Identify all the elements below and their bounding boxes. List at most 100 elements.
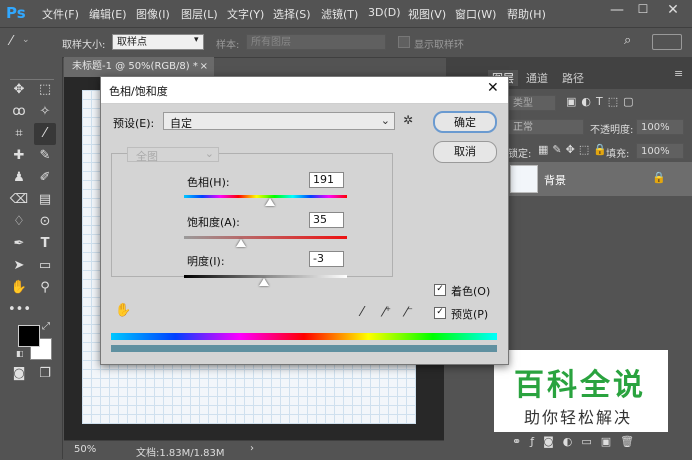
cancel-button[interactable]: 取消 <box>433 141 497 163</box>
opacity-field[interactable]: 100% <box>636 119 684 135</box>
hand-adjust-icon[interactable]: ✋ <box>115 303 131 318</box>
eyedropper-subtract-icon[interactable]: ⁄− <box>405 305 413 320</box>
preset-options-icon[interactable]: ✲ <box>403 113 413 127</box>
eraser-tool-icon[interactable]: ⌫ <box>8 189 30 211</box>
menu-help[interactable]: 帮助(H) <box>507 6 546 22</box>
gradient-tool-icon[interactable]: ▤ <box>34 189 56 211</box>
screen-mode-icon[interactable]: ❐ <box>34 363 56 385</box>
fill-field[interactable]: 100% <box>636 143 684 159</box>
dodge-tool-icon[interactable]: ⊙ <box>34 211 56 233</box>
sample-label: 样本: <box>216 40 240 51</box>
tab-channels[interactable]: 通道 <box>526 70 548 86</box>
menu-view[interactable]: 视图(V) <box>408 6 446 22</box>
close-tab-icon[interactable]: × <box>200 57 208 77</box>
menu-filter[interactable]: 滤镜(T) <box>321 6 358 22</box>
zoom-tool-icon[interactable]: ⚲ <box>34 277 56 299</box>
lock-icons[interactable]: ▦✎✥⬚🔒 <box>538 143 611 156</box>
blend-mode-select[interactable]: 正常 <box>508 119 584 135</box>
lightness-field[interactable]: -3 <box>309 251 344 267</box>
dialog-titlebar: 色相/饱和度 ✕ <box>101 77 508 104</box>
zoom-level[interactable]: 50% <box>74 444 96 455</box>
filter-icons[interactable]: ▣◐T⬚▢ <box>566 95 639 108</box>
dialog-close-icon[interactable]: ✕ <box>487 80 499 96</box>
healing-brush-tool-icon[interactable]: ✚ <box>8 145 30 167</box>
move-tool-icon[interactable]: ✥ <box>8 79 30 101</box>
tab-paths[interactable]: 路径 <box>562 70 584 86</box>
menu-layer[interactable]: 图层(L) <box>181 6 218 22</box>
lasso-tool-icon[interactable]: ꝏ <box>8 101 30 123</box>
maximize-button[interactable]: ☐ <box>630 2 656 22</box>
saturation-slider-thumb[interactable] <box>236 239 247 247</box>
menu-file[interactable]: 文件(F) <box>42 6 79 22</box>
colorize-checkbox[interactable]: ✓ <box>434 284 446 296</box>
saturation-field[interactable]: 35 <box>309 212 344 228</box>
history-brush-tool-icon[interactable]: ✐ <box>34 167 56 189</box>
opacity-label: 不透明度: <box>590 125 634 136</box>
lightness-slider-thumb[interactable] <box>258 278 269 286</box>
hue-label: 色相(H): <box>187 176 230 189</box>
menu-window[interactable]: 窗口(W) <box>455 6 496 22</box>
marquee-tool-icon[interactable]: ⬚ <box>34 79 56 101</box>
watermark-title: 百科全说 <box>514 368 646 403</box>
colorize-label: 着色(O) <box>451 285 491 298</box>
close-button[interactable]: ✕ <box>660 2 686 22</box>
layer-filter-select[interactable]: 类型 <box>508 95 556 111</box>
path-selection-tool-icon[interactable]: ➤ <box>8 255 30 277</box>
preview-checkbox[interactable]: ✓ <box>434 307 446 319</box>
chevron-down-icon: ▾ <box>194 35 199 45</box>
show-ring-checkbox[interactable] <box>398 36 410 48</box>
menu-3d[interactable]: 3D(D) <box>368 6 401 19</box>
menu-type[interactable]: 文字(Y) <box>227 6 264 22</box>
chevron-right-icon[interactable]: › <box>250 443 254 454</box>
document-info: 文档:1.83M/1.83M <box>136 448 225 459</box>
menu-image[interactable]: 图像(I) <box>136 6 170 22</box>
layer-name: 背景 <box>544 174 566 187</box>
output-color-bar <box>111 345 497 352</box>
panel-menu-icon[interactable]: ≡ <box>674 67 683 80</box>
eyedropper-add-icon[interactable]: ⁄+ <box>383 305 391 320</box>
eyedropper-icon[interactable]: ⁄ <box>361 305 363 320</box>
lock-icon: 🔒 <box>652 171 666 184</box>
hue-field[interactable]: 191 <box>309 172 344 188</box>
crop-tool-icon[interactable]: ⌗ <box>8 123 30 145</box>
default-colors-icon[interactable]: ◧ <box>16 349 24 358</box>
magic-wand-tool-icon[interactable]: ✧ <box>34 101 56 123</box>
rectangle-tool-icon[interactable]: ▭ <box>34 255 56 277</box>
hand-tool-icon[interactable]: ✋ <box>8 277 30 299</box>
dialog-title: 色相/饱和度 <box>109 85 168 98</box>
document-tab[interactable]: 未标题-1 @ 50%(RGB/8) * × <box>64 57 214 77</box>
blur-tool-icon[interactable]: ♢ <box>8 211 30 233</box>
photoshop-logo: Ps <box>6 4 26 22</box>
foreground-color-swatch[interactable] <box>18 325 40 347</box>
preset-value: 自定 <box>170 117 192 130</box>
eyedropper-icon[interactable]: ⁄ <box>10 34 12 49</box>
preset-select[interactable]: 自定 ⌄ <box>163 112 395 130</box>
sample-size-select[interactable]: 取样点 <box>112 34 204 50</box>
eyedropper-tool-icon[interactable]: ⁄ <box>34 123 56 145</box>
brush-tool-icon[interactable]: ✎ <box>34 145 56 167</box>
search-icon[interactable]: ⌕ <box>624 33 631 48</box>
channel-select[interactable]: 全图 ⌄ <box>127 147 219 163</box>
clone-stamp-tool-icon[interactable]: ♟ <box>8 167 30 189</box>
swap-colors-icon[interactable]: ⤢ <box>42 321 50 332</box>
layer-actions[interactable]: ⚭ƒ◙◐▭▣🗑 <box>512 435 643 448</box>
quick-mask-icon[interactable]: ◙ <box>8 363 30 385</box>
more-tools-icon[interactable]: ••• <box>8 299 31 321</box>
menu-edit[interactable]: 编辑(E) <box>89 6 127 22</box>
chevron-down-icon[interactable]: ⌄ <box>22 35 30 45</box>
ok-button[interactable]: 确定 <box>433 111 497 133</box>
fill-label: 填充: <box>606 149 630 160</box>
saturation-slider-track[interactable] <box>184 236 347 239</box>
type-tool-icon[interactable]: T <box>34 233 56 255</box>
chevron-down-icon: ⌄ <box>380 114 390 127</box>
layer-row[interactable]: 背景 🔒 <box>502 162 692 196</box>
document-tab-title: 未标题-1 @ 50%(RGB/8) * <box>72 61 198 72</box>
sample-select[interactable]: 所有图层 <box>246 34 386 50</box>
workspace-icon[interactable] <box>652 34 682 50</box>
saturation-label: 饱和度(A): <box>187 216 240 229</box>
menu-select[interactable]: 选择(S) <box>273 6 311 22</box>
pen-tool-icon[interactable]: ✒ <box>8 233 30 255</box>
hue-slider-thumb[interactable] <box>265 198 276 206</box>
hue-saturation-dialog: 色相/饱和度 ✕ 预设(E): 自定 ⌄ ✲ 确定 取消 全图 ⌄ 色相(H):… <box>100 76 509 365</box>
minimize-button[interactable]: — <box>604 2 630 22</box>
